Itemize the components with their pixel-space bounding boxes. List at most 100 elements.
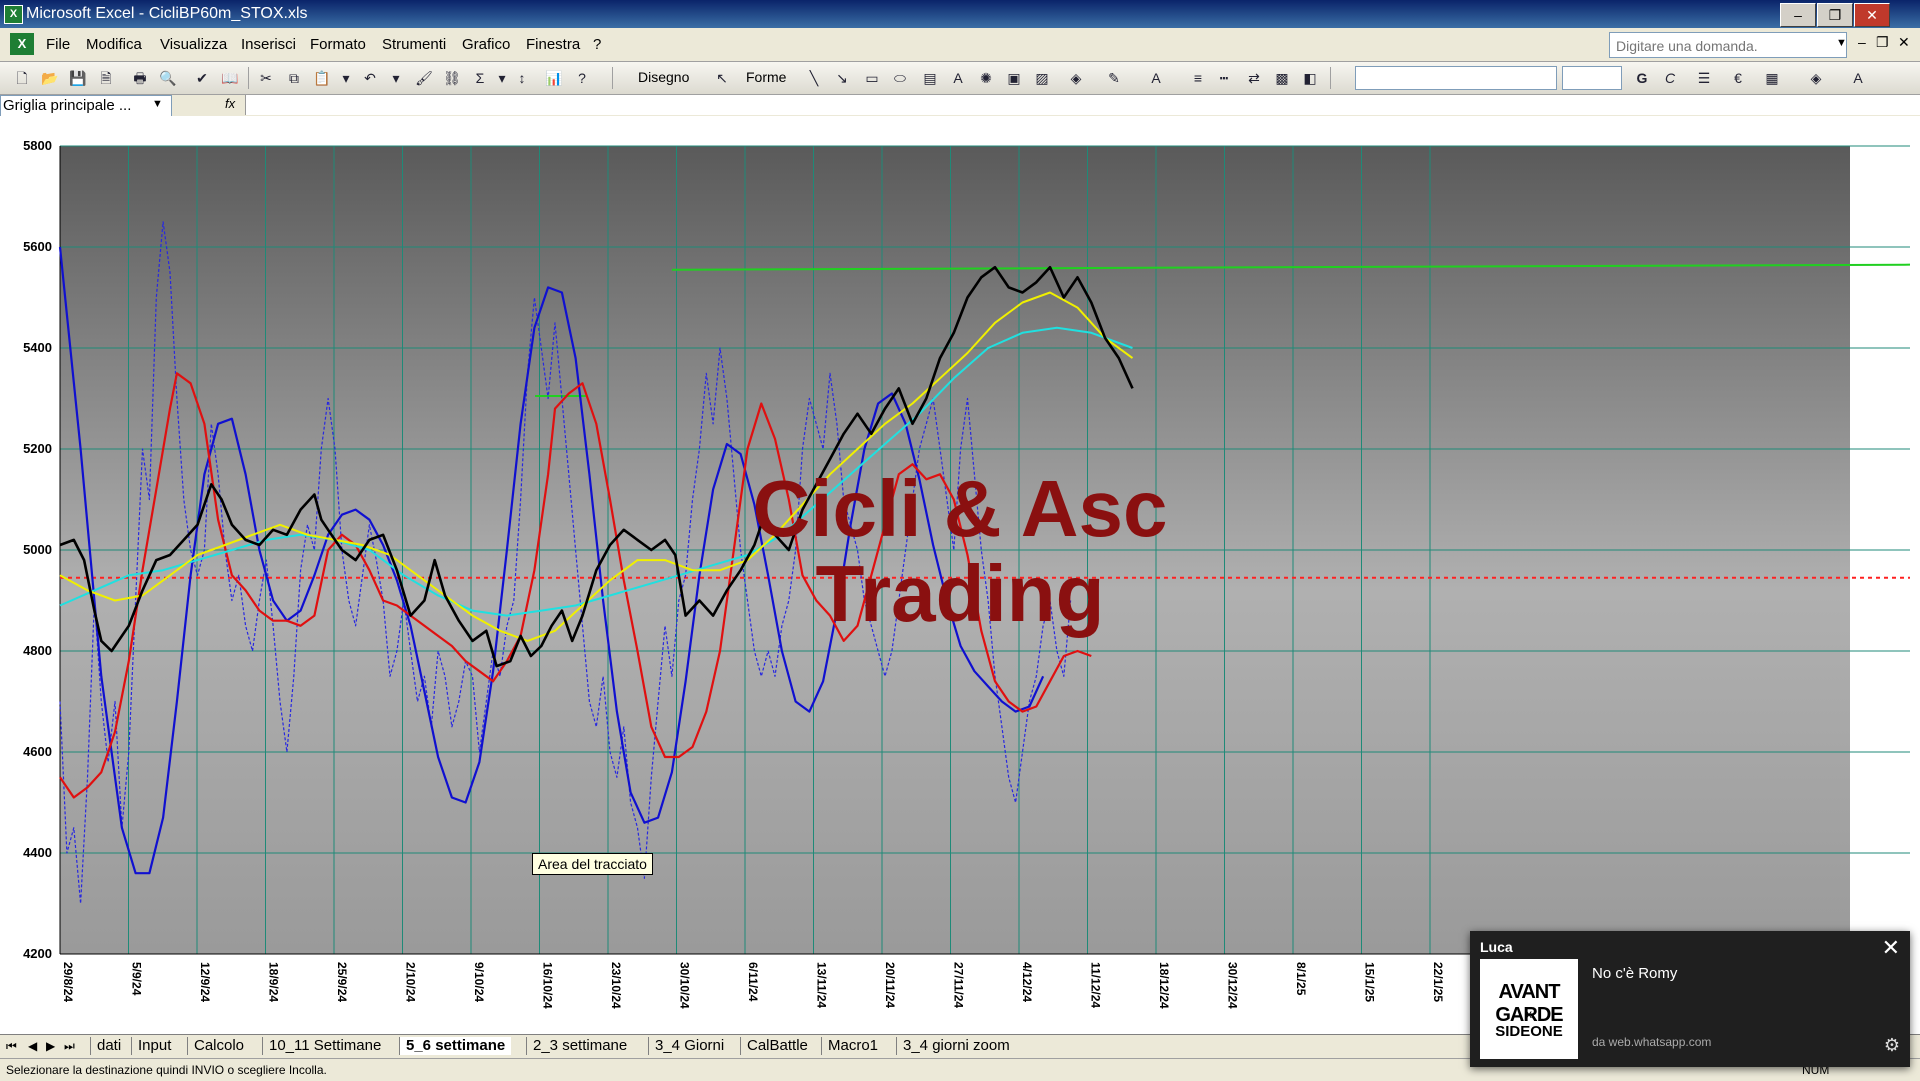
fx-icon[interactable]: fx (225, 96, 235, 111)
line-style-icon[interactable]: ≡ (1188, 68, 1208, 88)
gear-icon[interactable]: ⚙ (1884, 1035, 1900, 1056)
sheet-tab-3-4-giorni[interactable]: 3_4 Giorni (648, 1037, 730, 1055)
oval-icon[interactable]: ⬭ (890, 68, 910, 88)
picture-icon[interactable]: ▨ (1032, 68, 1052, 88)
select-pointer-icon[interactable]: ↖ (712, 68, 732, 88)
sheet-tab-calbattle[interactable]: CalBattle (740, 1037, 814, 1055)
font-color-icon[interactable]: A (1848, 68, 1868, 88)
shapes-menu[interactable]: Forme (746, 69, 786, 85)
cut-icon[interactable]: ✂ (256, 68, 276, 88)
line-color-icon[interactable]: ✎ (1104, 68, 1124, 88)
arrow-style-icon[interactable]: ⇄ (1244, 68, 1264, 88)
workbook-icon[interactable]: X (10, 33, 34, 55)
sort-icon[interactable]: ↕ (512, 68, 532, 88)
diagram-icon[interactable]: ✺ (976, 68, 996, 88)
menu-strumenti[interactable]: Strumenti (382, 36, 446, 53)
sheet-tab-5-6-settimane[interactable]: 5_6 settimane (399, 1037, 512, 1055)
textbox-icon[interactable]: ▤ (920, 68, 940, 88)
fill-color-icon[interactable]: ◈ (1066, 68, 1086, 88)
shadow-icon[interactable]: ▩ (1272, 68, 1292, 88)
font-color-icon[interactable]: A (1146, 68, 1166, 88)
chart[interactable]: 5800 5600 5400 5200 5000 4800 4600 4400 4200 29/8… (0, 116, 1920, 1034)
close-icon[interactable]: ✕ (1882, 935, 1900, 961)
chevron-down-icon[interactable]: ▾ (492, 68, 512, 88)
x-tick-label: 16/10/24 (541, 962, 555, 1009)
chevron-down-icon[interactable]: ▼ (152, 98, 163, 110)
help-search-input[interactable] (1614, 35, 1828, 57)
sheet-tab-3-4-giorni-zoom[interactable]: 3_4 giorni zoom (896, 1037, 1016, 1055)
align-icon[interactable]: ☰ (1694, 68, 1714, 88)
print-icon[interactable]: 🖶 (130, 68, 150, 88)
menu-inserisci[interactable]: Inserisci (241, 36, 296, 53)
first-sheet-icon[interactable]: ⏮ (6, 1039, 17, 1054)
open-icon[interactable]: 📂 (40, 68, 60, 88)
sheet-tab-10-11-settimane[interactable]: 10_11 Settimane (262, 1037, 387, 1055)
x-tick-label: 29/8/24 (61, 962, 75, 1002)
x-tick-label: 23/10/24 (609, 962, 623, 1009)
menu-finestra[interactable]: Finestra (526, 36, 580, 53)
help-icon[interactable]: ? (572, 68, 592, 88)
close-button[interactable]: ✕ (1854, 3, 1890, 27)
mdi-close-button[interactable]: ✕ (1898, 34, 1910, 51)
help-search-box[interactable] (1609, 32, 1847, 58)
copy-icon[interactable]: ⧉ (284, 68, 304, 88)
rectangle-icon[interactable]: ▭ (862, 68, 882, 88)
arrow-icon[interactable]: ↘ (832, 68, 852, 88)
menu-visualizza[interactable]: Visualizza (160, 36, 227, 53)
sheet-tab-calcolo[interactable]: Calcolo (187, 1037, 250, 1055)
x-tick-label: 20/11/24 (883, 962, 897, 1008)
last-sheet-icon[interactable]: ⏭ (64, 1039, 75, 1054)
whatsapp-notification[interactable]: Luca ✕ AVANT GARDE x SIDEONE No c'è Romy… (1470, 931, 1910, 1067)
font-size-select[interactable] (1562, 66, 1622, 90)
x-tick-label: 27/11/24 (952, 962, 966, 1008)
formula-input[interactable] (245, 95, 1920, 115)
chevron-down-icon[interactable]: ▾ (336, 68, 356, 88)
line-icon[interactable]: ╲ (804, 68, 824, 88)
chart-wizard-icon[interactable]: 📊 (544, 68, 564, 88)
permission-icon[interactable]: 🗎 (96, 68, 116, 88)
spelling-icon[interactable]: ✔ (192, 68, 212, 88)
autosum-icon[interactable]: Σ (470, 68, 490, 88)
currency-icon[interactable]: € (1728, 68, 1748, 88)
sheet-tab-2-3-settimane[interactable]: 2_3 settimane (526, 1037, 633, 1055)
sheet-tab-input[interactable]: Input (131, 1037, 177, 1055)
hyperlink-icon[interactable]: ⛓ (442, 68, 462, 88)
paste-icon[interactable]: 📋 (312, 68, 332, 88)
clipart-icon[interactable]: ▣ (1004, 68, 1024, 88)
mdi-minimize-button[interactable]: – (1858, 34, 1866, 50)
minimize-button[interactable]: – (1780, 3, 1816, 27)
excel-icon[interactable]: X (4, 5, 23, 24)
prev-sheet-icon[interactable]: ◀ (28, 1039, 37, 1053)
wordart-icon[interactable]: A (948, 68, 968, 88)
dash-style-icon[interactable]: ┅ (1214, 68, 1234, 88)
y-tick-label: 5200 (23, 441, 52, 456)
new-icon[interactable]: 🗋 (12, 68, 32, 88)
redo-icon[interactable]: ▾ (386, 68, 406, 88)
format-painter-icon[interactable]: 🖌 (414, 68, 434, 88)
draw-menu[interactable]: Disegno (638, 69, 689, 85)
sheet-tab-macro1[interactable]: Macro1 (821, 1037, 884, 1055)
chart-object-select[interactable] (1355, 66, 1557, 90)
italic-button[interactable]: C (1660, 68, 1680, 88)
borders-icon[interactable]: ▦ (1762, 68, 1782, 88)
next-sheet-icon[interactable]: ▶ (46, 1039, 55, 1053)
research-icon[interactable]: 📖 (220, 68, 240, 88)
fill-color-icon[interactable]: ◈ (1806, 68, 1826, 88)
maximize-button[interactable]: ❐ (1817, 3, 1853, 27)
x-tick-label: 15/1/25 (1363, 962, 1377, 1002)
save-icon[interactable]: 💾 (68, 68, 88, 88)
chevron-down-icon[interactable]: ▼ (1836, 37, 1847, 49)
menu-file[interactable]: File (46, 36, 70, 53)
sheet-tab-dati[interactable]: dati (90, 1037, 127, 1055)
formula-bar: Griglia principale ... ▼ fx (0, 95, 1920, 117)
menu-formato[interactable]: Formato (310, 36, 366, 53)
bold-button[interactable]: G (1632, 68, 1652, 88)
mdi-restore-button[interactable]: ❐ (1876, 34, 1889, 51)
name-box[interactable]: Griglia principale ... (0, 95, 172, 117)
menu-modifica[interactable]: Modifica (86, 36, 142, 53)
menu-help[interactable]: ? (593, 36, 601, 53)
3d-icon[interactable]: ◧ (1300, 68, 1320, 88)
undo-icon[interactable]: ↶ (360, 68, 380, 88)
print-preview-icon[interactable]: 🔍 (158, 68, 178, 88)
menu-grafico[interactable]: Grafico (462, 36, 510, 53)
